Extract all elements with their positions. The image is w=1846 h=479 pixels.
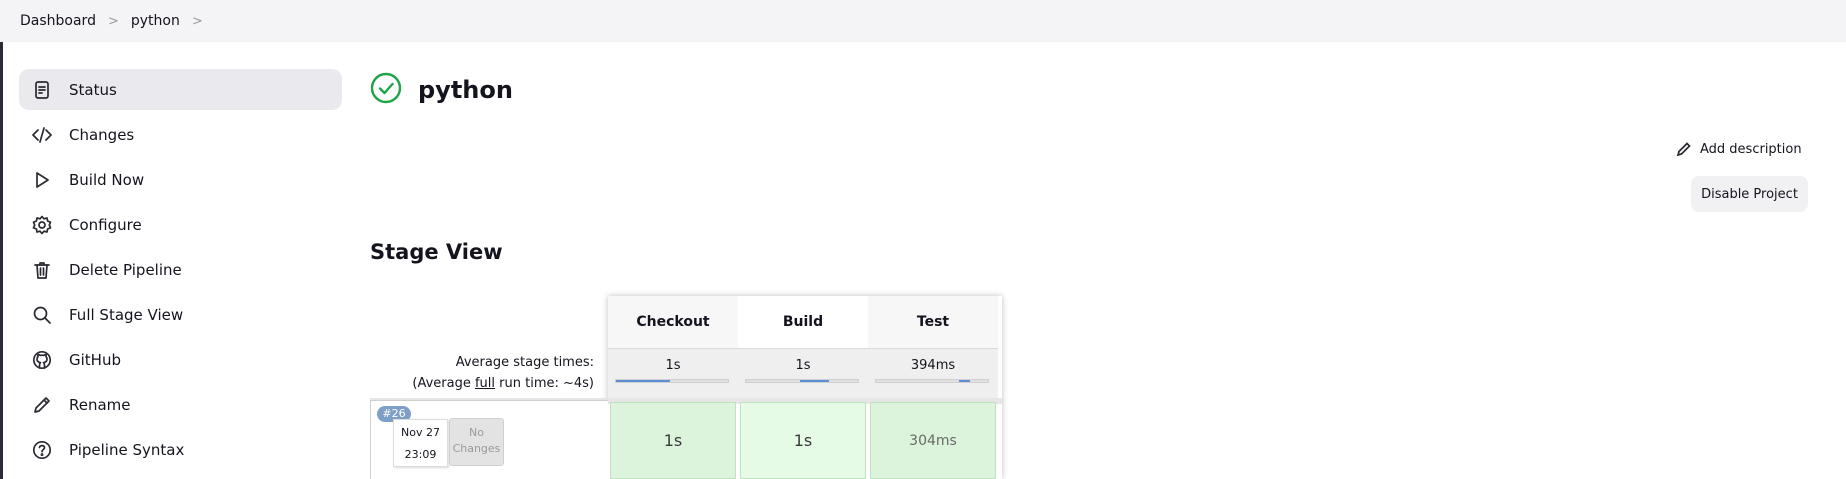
breadcrumb-dashboard[interactable]: Dashboard [20,13,96,29]
sidebar-item-rename[interactable]: Rename [19,384,342,425]
stage-cell-checkout[interactable]: 1s [610,402,736,479]
breadcrumb-python[interactable]: python [131,13,180,29]
run-row-header: #26 Nov 27 23:09 No Changes [370,400,608,479]
sidebar-item-label: Delete Pipeline [69,260,182,279]
chevron-right-icon: > [107,13,119,29]
search-icon [31,304,53,326]
add-description-link[interactable]: Add description [1676,141,1802,157]
stage-view-table: Checkout Build Test Average stage times:… [370,296,1002,479]
avg-label-line2: (Average full run time: ~4s) [412,376,594,391]
stage-header-build: Build [738,296,868,348]
average-stage-times-label: Average stage times: (Average full run t… [370,352,594,394]
window-edge [0,42,3,479]
avg-cell-build: 1s [738,348,868,398]
sidebar-item-label: Build Now [69,170,145,189]
gear-icon [31,214,53,236]
code-icon [31,124,53,146]
page-title: python [418,76,513,104]
avg-bar [745,379,859,383]
run-date: Nov 27 23:09 [393,419,448,467]
breadcrumb: Dashboard > python > [0,0,1846,42]
no-changes-box: No Changes [449,418,504,466]
run-date-day: Nov 27 [401,426,440,439]
stage-header-checkout: Checkout [608,296,738,348]
play-icon [31,169,53,191]
sidebar-item-status[interactable]: Status [19,69,342,110]
avg-bar-fill [616,380,670,382]
sidebar-item-label: Changes [69,125,135,144]
avg-cell-test: 394ms [868,348,998,398]
success-check-icon [370,72,402,108]
sidebar-item-label: Full Stage View [69,305,184,324]
sidebar-item-label: GitHub [69,350,121,369]
sidebar-item-github[interactable]: GitHub [19,339,342,380]
sidebar-item-full-stage-view[interactable]: Full Stage View [19,294,342,335]
run-date-time: 23:09 [404,448,437,461]
sidebar-item-label: Rename [69,395,131,414]
trash-icon [31,259,53,281]
pencil-icon [1676,142,1691,157]
full-run-link[interactable]: full [475,376,495,391]
stage-cell-test[interactable]: 304ms [870,402,996,479]
avg-time: 394ms [910,358,956,373]
stage-header-test: Test [868,296,998,348]
avg-cell-checkout: 1s [608,348,738,398]
disable-project-button[interactable]: Disable Project [1691,176,1808,212]
avg-label-line1: Average stage times: [455,355,594,370]
sidebar: Status Changes Build Now Configure Delet… [19,69,342,474]
avg-bar [875,379,989,383]
sidebar-item-delete-pipeline[interactable]: Delete Pipeline [19,249,342,290]
stage-cell-build[interactable]: 1s [740,402,866,479]
page-header: python [370,72,513,108]
sidebar-item-changes[interactable]: Changes [19,114,342,155]
sidebar-item-label: Pipeline Syntax [69,440,185,459]
help-icon [31,439,53,461]
pencil-icon [31,394,53,416]
status-icon [31,79,53,101]
stage-view-title: Stage View [370,240,503,264]
avg-bar [615,379,729,383]
avg-bar-fill [799,380,829,382]
sidebar-item-label: Status [69,80,117,99]
sidebar-item-pipeline-syntax[interactable]: Pipeline Syntax [19,429,342,470]
github-icon [31,349,53,371]
avg-time: 1s [795,358,811,373]
avg-bar-fill [958,380,971,382]
sidebar-item-configure[interactable]: Configure [19,204,342,245]
sidebar-item-label: Configure [69,215,142,234]
add-description-label: Add description [1700,141,1802,157]
chevron-right-icon[interactable]: > [192,14,203,29]
sidebar-item-build-now[interactable]: Build Now [19,159,342,200]
avg-time: 1s [665,358,681,373]
